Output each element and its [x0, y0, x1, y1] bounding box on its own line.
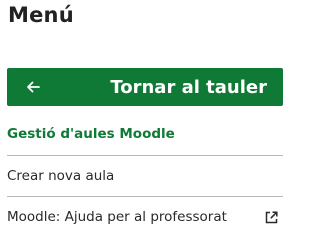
menu-item-label: Moodle: Ajuda per al professorat	[7, 209, 227, 225]
divider	[7, 196, 283, 197]
menu-item-label: Crear nova aula	[7, 168, 115, 184]
menu-item-teacher-help[interactable]: Moodle: Ajuda per al professorat	[7, 202, 283, 232]
side-menu: Menú Tornar al tauler Gestió d'aules Moo…	[0, 0, 292, 235]
menu-item-create-classroom[interactable]: Crear nova aula	[7, 161, 283, 191]
divider	[7, 155, 283, 156]
menu-title: Menú	[8, 3, 74, 27]
section-title-moodle-management: Gestió d'aules Moodle	[7, 126, 175, 142]
back-to-dashboard-button[interactable]: Tornar al tauler	[7, 68, 283, 106]
arrow-left-icon	[26, 81, 40, 93]
external-link-icon	[265, 210, 278, 224]
back-button-label: Tornar al tauler	[110, 76, 267, 98]
